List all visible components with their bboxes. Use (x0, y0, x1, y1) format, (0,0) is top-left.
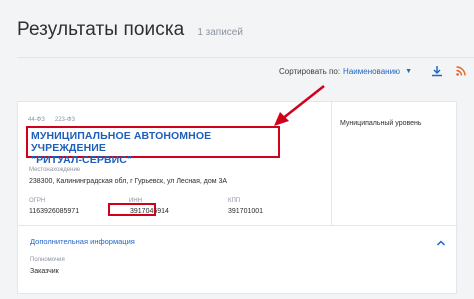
location-label: Местонахождение (29, 167, 81, 173)
kpp-value: 391701001 (228, 208, 264, 215)
result-card: 44-ФЗ 223-ФЗ МУНИЦИПАЛЬНОЕ АВТОНОМНОЕ УЧ… (17, 101, 458, 294)
level-label: Муниципальный уровень (340, 120, 422, 127)
location-value: 238300, Калининградская обл, г Гурьевск,… (29, 178, 228, 185)
kpp-label: КПП (228, 198, 241, 204)
page-header: Результаты поиска 1 записей (17, 19, 243, 41)
authority-value: Заказчик (30, 268, 59, 275)
org-name-link[interactable]: МУНИЦИПАЛЬНОЕ АВТОНОМНОЕ УЧРЕЖДЕНИЕ "РИТ… (26, 126, 280, 166)
sort-value: Наименованию (343, 66, 401, 76)
arrow-icon (274, 85, 325, 126)
extra-info-toggle[interactable]: Дополнительная информация (30, 237, 135, 246)
sort-dropdown[interactable]: Наименованию ▼ (343, 67, 412, 76)
law-tag-223: 223-ФЗ (54, 117, 76, 123)
page-title: Результаты поиска (17, 19, 185, 40)
ogrn-label: ОГРН (29, 198, 46, 204)
authority-label: Полномочия (30, 257, 65, 263)
chevron-down-icon: ▼ (405, 67, 412, 75)
ogrn-value: 1163926085971 (29, 208, 80, 215)
search-results-page: Результаты поиска 1 записей Сортировать … (0, 0, 474, 299)
org-name-line-2: "РИТУАЛ-СЕРВИС" (31, 154, 133, 166)
download-icon[interactable] (430, 65, 444, 77)
sort-label: Сортировать по: (279, 66, 341, 76)
header-divider (17, 57, 474, 58)
org-name-line-1: МУНИЦИПАЛЬНОЕ АВТОНОМНОЕ УЧРЕЖДЕНИЕ (31, 130, 212, 154)
inn-highlight-box (108, 203, 156, 216)
chevron-up-icon[interactable] (436, 235, 446, 246)
results-toolbar: Сортировать по: Наименованию ▼ (279, 65, 466, 77)
card-divider (18, 225, 458, 226)
law-tag-44: 44-ФЗ (28, 117, 45, 123)
result-side-info: Муниципальный уровень (331, 102, 458, 225)
law-tags: 44-ФЗ 223-ФЗ (28, 117, 75, 123)
rss-icon[interactable] (456, 66, 466, 76)
results-count: 1 записей (197, 27, 243, 38)
